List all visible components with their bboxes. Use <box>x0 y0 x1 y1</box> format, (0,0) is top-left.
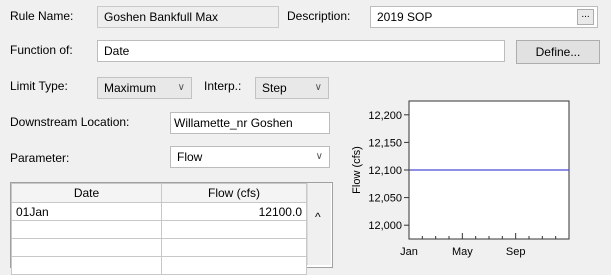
rule-table: Date Flow (cfs) 01Jan 12100.0 <box>11 183 307 275</box>
table-cell[interactable]: 01Jan <box>11 202 162 221</box>
parameter-value: Flow <box>177 150 203 164</box>
table-cell[interactable] <box>11 220 162 239</box>
interp-value: Step <box>262 81 287 95</box>
description-browse-button[interactable]: ... <box>577 9 594 25</box>
parameter-label: Parameter: <box>10 151 70 165</box>
description-field[interactable]: 2019 SOP <box>370 6 598 28</box>
downstream-location-label: Downstream Location: <box>10 115 130 129</box>
table-row <box>11 238 307 257</box>
chart-x-tick-label: Sep <box>506 246 526 258</box>
scroll-up-icon[interactable]: ^ <box>315 211 321 223</box>
chart-y-tick-label: 12,200 <box>368 110 402 122</box>
rule-name-label: Rule Name: <box>10 9 74 23</box>
table-cell[interactable] <box>161 238 307 257</box>
table-row: 01Jan 12100.0 <box>11 202 307 221</box>
column-header-date[interactable]: Date <box>11 183 162 203</box>
description-label: Description: <box>287 9 351 23</box>
limit-type-value: Maximum <box>104 81 157 95</box>
table-cell[interactable] <box>11 238 162 257</box>
rule-name-field[interactable]: Goshen Bankfull Max <box>97 6 279 28</box>
table-cell[interactable]: 12100.0 <box>161 202 307 221</box>
flow-chart: Flow (cfs) 12,200 12,150 12,100 12,050 12,00… <box>351 100 570 258</box>
chart-y-tick-label: 12,000 <box>368 220 402 232</box>
chart-x-tick-label: May <box>452 246 473 258</box>
table-scrollbar[interactable]: ^ <box>307 183 331 265</box>
parameter-dropdown[interactable]: Flow ∨ <box>170 146 330 168</box>
limit-type-dropdown[interactable]: Maximum ∨ <box>97 77 192 99</box>
chart-y-tick-label: 12,050 <box>368 193 402 205</box>
chart-y-axis-label: Flow (cfs) <box>351 146 363 194</box>
chart-x-tick-label: Jan <box>400 246 418 258</box>
limit-type-label: Limit Type: <box>10 79 68 93</box>
define-button[interactable]: Define... <box>516 40 600 64</box>
table-row <box>11 220 307 239</box>
table-row <box>11 256 307 275</box>
downstream-location-field[interactable]: Willamette_nr Goshen <box>170 112 330 134</box>
chart-y-tick-label: 12,100 <box>368 165 402 177</box>
function-of-field[interactable]: Date <box>97 40 505 62</box>
table-cell[interactable] <box>161 220 307 239</box>
chevron-down-icon: ∨ <box>315 151 323 162</box>
table-header-row: Date Flow (cfs) <box>11 183 307 203</box>
function-of-label: Function of: <box>10 43 73 57</box>
chevron-down-icon: ∨ <box>177 82 185 93</box>
table-cell[interactable] <box>11 256 162 275</box>
table-cell[interactable] <box>161 256 307 275</box>
column-header-flow[interactable]: Flow (cfs) <box>161 183 307 203</box>
chart-y-tick-label: 12,150 <box>368 137 402 149</box>
interp-dropdown[interactable]: Step ∨ <box>255 77 329 99</box>
chevron-down-icon: ∨ <box>314 82 322 93</box>
interp-label: Interp.: <box>204 79 242 93</box>
